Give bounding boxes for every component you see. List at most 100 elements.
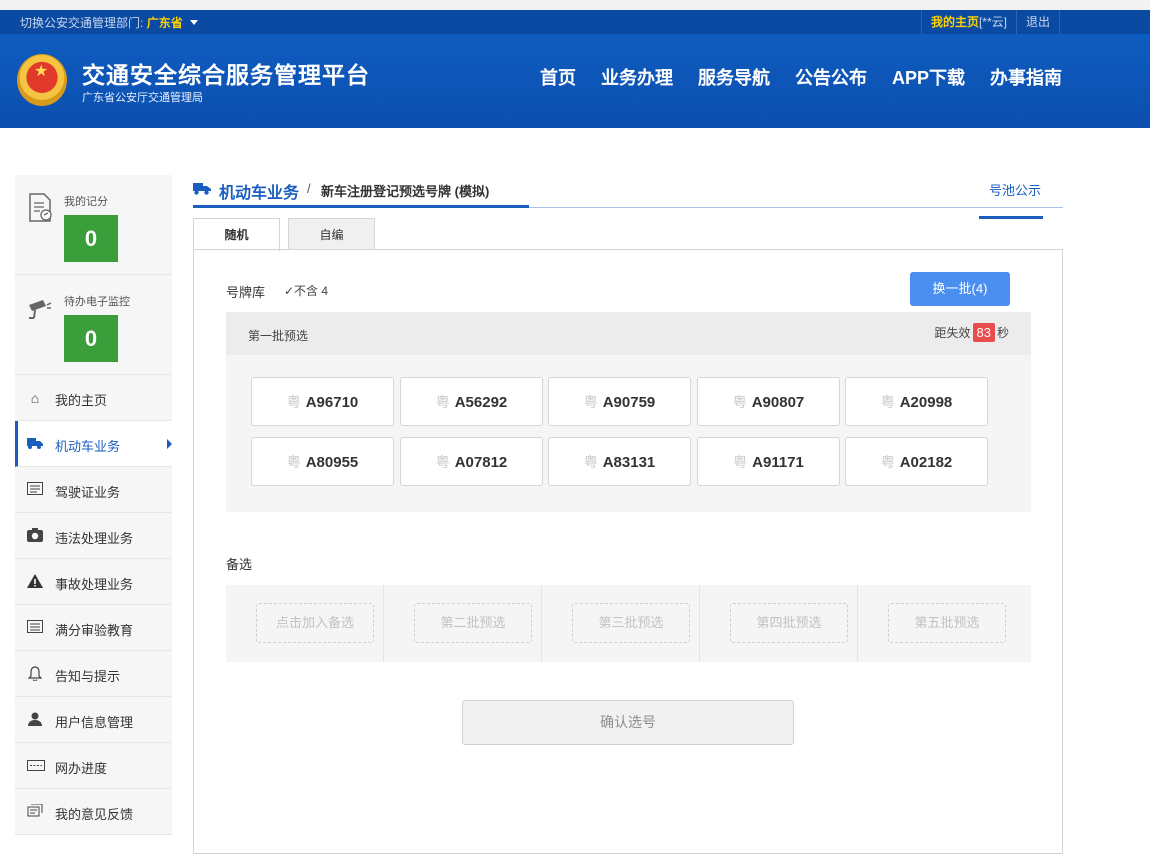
sidebar-item-user-info[interactable]: 用户信息管理 xyxy=(15,697,172,743)
breadcrumb-section[interactable]: 机动车业务 xyxy=(219,179,299,203)
alt-cell: 第三批预选 xyxy=(542,585,700,662)
caret-down-icon[interactable] xyxy=(190,20,199,25)
plate-number: A07812 xyxy=(454,454,508,471)
sidebar-item-label: 驾驶证业务 xyxy=(55,485,121,500)
top-utility-bar: 切换公安交通管理部门: 广东省 我的主页[**云] 退出 xyxy=(0,10,1150,34)
pending-monitor-label: 待办电子监控 xyxy=(64,296,130,308)
sidebar-item-notice[interactable]: 告知与提示 xyxy=(15,651,172,697)
province-char: 粤 xyxy=(435,394,450,410)
province-char: 粤 xyxy=(880,454,895,470)
truck-icon xyxy=(193,183,211,195)
logout-link[interactable]: 退出 xyxy=(1015,10,1060,34)
plate-option[interactable]: 粤 A90759 xyxy=(548,377,691,426)
plate-number: A02182 xyxy=(899,454,953,471)
breadcrumb-separator: / xyxy=(307,181,311,196)
breadcrumb-underline xyxy=(193,205,529,208)
tab-custom[interactable]: 自编 xyxy=(288,218,375,250)
sidebar-item-vehicle[interactable]: 机动车业务 xyxy=(15,421,172,467)
plate-option[interactable]: 粤 A91171 xyxy=(697,437,840,486)
nav-business[interactable]: 业务办理 xyxy=(601,64,673,90)
alternate-title: 备选 xyxy=(226,557,253,572)
pending-monitor-value: 0 xyxy=(64,315,118,362)
province-char: 粤 xyxy=(286,394,301,410)
nav-app-download[interactable]: APP下载 xyxy=(892,64,965,90)
truck-icon xyxy=(27,436,43,452)
user-icon xyxy=(27,712,43,728)
site-header: ★ 交通安全综合服务管理平台 广东省公安厅交通管理局 首页 业务办理 服务导航 … xyxy=(0,34,1150,128)
province-char: 粤 xyxy=(732,394,747,410)
sidebar-item-home[interactable]: ⌂ 我的主页 xyxy=(15,375,172,421)
my-homepage-link[interactable]: 我的主页[**云] xyxy=(920,10,1016,34)
alternate-slots: 点击加入备选 第二批预选 第三批预选 第四批预选 第五批预选 xyxy=(226,585,1031,662)
department-switcher[interactable]: 切换公安交通管理部门: 广东省 xyxy=(20,14,199,31)
user-name: [**云] xyxy=(978,15,1007,29)
my-score-box[interactable]: 我的记分 0 xyxy=(15,175,172,275)
my-homepage-text[interactable]: 我的主页 xyxy=(931,15,979,29)
fourth-batch-slot[interactable]: 第四批预选 xyxy=(730,603,848,643)
nav-handling-guide[interactable]: 办事指南 xyxy=(990,64,1062,90)
sidebar-item-label: 违法处理业务 xyxy=(55,531,134,546)
department-switch-label: 切换公安交通管理部门: xyxy=(20,16,144,30)
countdown-value: 83 xyxy=(972,323,995,342)
plate-selection-panel: 号牌库 ✓不含 4 换一批(4) 第一批预选 距失效 83 秒 粤 A96710 粤A… xyxy=(193,249,1063,854)
plate-number: A56292 xyxy=(454,394,508,411)
sidebar-item-label: 事故处理业务 xyxy=(55,577,134,592)
add-alternate-slot[interactable]: 点击加入备选 xyxy=(256,603,374,643)
second-batch-slot[interactable]: 第二批预选 xyxy=(414,603,532,643)
tab-random[interactable]: 随机 xyxy=(193,218,280,251)
plate-number: A96710 xyxy=(305,394,359,411)
sidebar-item-progress[interactable]: 网办进度 xyxy=(15,743,172,789)
swap-batch-button[interactable]: 换一批(4) xyxy=(910,272,1010,306)
fifth-batch-slot[interactable]: 第五批预选 xyxy=(888,603,1006,643)
pending-monitor-box[interactable]: 待办电子监控 0 xyxy=(15,275,172,375)
warning-icon xyxy=(27,574,43,590)
plate-option[interactable]: 粤 A96710 xyxy=(251,377,394,426)
nav-announcements[interactable]: 公告公布 xyxy=(795,64,867,90)
countdown-suffix: 秒 xyxy=(996,326,1009,340)
nav-service-guide[interactable]: 服务导航 xyxy=(698,64,770,90)
feedback-icon xyxy=(27,803,43,820)
plate-number: A83131 xyxy=(602,454,656,471)
sidebar-item-label: 机动车业务 xyxy=(55,439,121,454)
province-selector[interactable]: 广东省 xyxy=(147,16,183,30)
police-emblem-logo: ★ xyxy=(17,54,67,106)
plate-library-label: 号牌库 xyxy=(226,285,266,300)
sidebar-item-label: 满分审验教育 xyxy=(55,623,134,638)
plate-option[interactable]: 粤 A07812 xyxy=(400,437,543,486)
site-subtitle: 广东省公安厅交通管理局 xyxy=(82,92,203,104)
plate-option[interactable]: 粤 A02182 xyxy=(845,437,988,486)
plate-option[interactable]: 粤 A80955 xyxy=(251,437,394,486)
sidebar-item-license[interactable]: 驾驶证业务 xyxy=(15,467,172,513)
province-char: 粤 xyxy=(733,454,748,470)
sidebar-item-violation[interactable]: 违法处理业务 xyxy=(15,513,172,559)
document-edit-icon xyxy=(29,193,52,222)
sidebar: 我的记分 0 待办电子监控 0 ⌂ 我的主页 机动车业务 驾驶证业务 违法处理业… xyxy=(15,175,172,835)
province-char: 粤 xyxy=(880,394,895,410)
plate-option[interactable]: 粤 A83131 xyxy=(548,437,691,486)
user-links: 我的主页[**云] 退出 xyxy=(920,10,1060,34)
batch-header: 第一批预选 距失效 83 秒 xyxy=(226,312,1031,355)
pool-publicity-link[interactable]: 号池公示 xyxy=(989,180,1041,199)
plate-option[interactable]: 粤 A20998 xyxy=(845,377,988,426)
exclude-four-checkbox[interactable]: ✓不含 4 xyxy=(284,282,328,299)
home-icon: ⌂ xyxy=(30,390,40,406)
nav-home[interactable]: 首页 xyxy=(540,64,576,90)
my-score-value: 0 xyxy=(64,215,118,262)
countdown: 距失效 83 秒 xyxy=(935,323,1009,342)
sidebar-item-feedback[interactable]: 我的意见反馈 xyxy=(15,789,172,835)
plate-number: A90759 xyxy=(602,394,656,411)
third-batch-slot[interactable]: 第三批预选 xyxy=(572,603,690,643)
sidebar-item-label: 我的主页 xyxy=(55,393,108,408)
camera-icon xyxy=(27,528,43,544)
main-nav: 首页 业务办理 服务导航 公告公布 APP下载 办事指南 xyxy=(515,64,1062,90)
confirm-selection-button[interactable]: 确认选号 xyxy=(462,700,794,745)
province-char: 粤 xyxy=(583,454,598,470)
breadcrumb-current-page: 新车注册登记预选号牌 (模拟) xyxy=(321,184,490,199)
sidebar-item-accident[interactable]: 事故处理业务 xyxy=(15,559,172,605)
plate-option[interactable]: 粤 A56292 xyxy=(400,377,543,426)
plate-option[interactable]: 粤 A90807 xyxy=(697,377,840,426)
site-title: 交通安全综合服务管理平台 xyxy=(82,62,370,88)
breadcrumb: 机动车业务 / 新车注册登记预选号牌 (模拟) 号池公示 xyxy=(193,178,1063,219)
batch-title: 第一批预选 xyxy=(248,329,309,343)
sidebar-item-education[interactable]: 满分审验教育 xyxy=(15,605,172,651)
